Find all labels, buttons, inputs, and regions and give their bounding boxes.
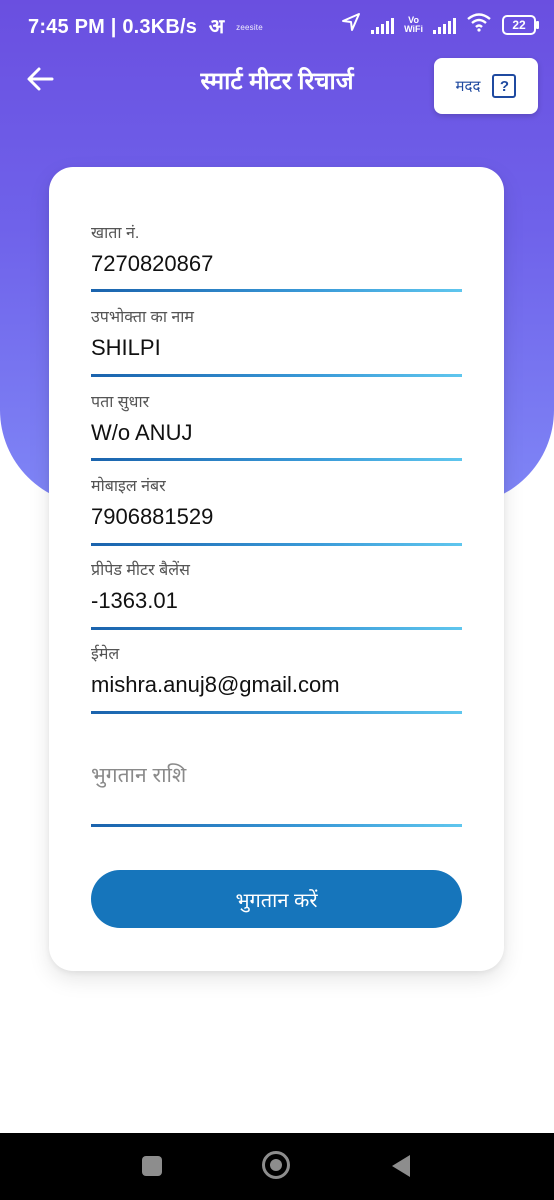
signal-icon (371, 16, 395, 34)
field-value: W/o ANUJ (91, 420, 193, 445)
field-value: 7270820867 (91, 251, 214, 276)
status-right: Vo WiFi 22 (341, 12, 539, 37)
status-bar: 7:45 PM | 0.3KB/s अ zeesite Vo WiFi 22 (0, 0, 554, 50)
field-underline (91, 711, 462, 714)
pay-button[interactable]: भुगतान करें (91, 870, 462, 928)
field-mobile-number: मोबाइल नंबर 7906881529 (91, 478, 462, 546)
wifi-icon (466, 12, 492, 37)
field-label: खाता नं. (91, 225, 140, 242)
field-underline (91, 374, 462, 377)
back-triangle-icon[interactable] (392, 1155, 410, 1177)
help-button[interactable]: मदद ? (434, 58, 538, 114)
field-value: -1363.01 (91, 588, 178, 613)
app-bar: स्मार्ट मीटर रिचार्ज मदद ? (0, 52, 554, 114)
battery-icon: 22 (502, 14, 539, 35)
field-account-number: खाता नं. 7270820867 (91, 225, 462, 292)
recent-apps-square-icon[interactable] (142, 1156, 162, 1176)
field-prepaid-balance: प्रीपेड मीटर बैलेंस -1363.01 (91, 562, 462, 630)
status-speed: 0.3KB/s (122, 16, 198, 38)
signal-icon-2 (433, 16, 456, 34)
field-consumer-name: उपभोक्ता का नाम SHILPI (91, 309, 462, 377)
status-time: 7:45 PM (28, 16, 105, 38)
field-label: ईमेल (91, 646, 120, 663)
help-label: मदद (455, 78, 481, 95)
field-underline (91, 543, 462, 546)
field-value: 7906881529 (91, 504, 214, 529)
system-nav-bar (0, 1133, 554, 1200)
field-label: उपभोक्ता का नाम (91, 309, 195, 326)
field-email: ईमेल mishra.anuj8@gmail.com (91, 646, 462, 714)
field-value: mishra.anuj8@gmail.com (91, 672, 340, 697)
recharge-form-card: खाता नं. 7270820867 उपभोक्ता का नाम SHIL… (49, 167, 504, 971)
field-address: पता सुधार W/o ANUJ (91, 394, 462, 461)
status-app-glyph: अ (208, 16, 225, 38)
status-app-brand: zeesite (236, 23, 263, 33)
field-value: SHILPI (91, 335, 161, 360)
field-label: मोबाइल नंबर (91, 478, 166, 495)
payment-amount-underline (91, 824, 462, 827)
home-circle-icon[interactable] (262, 1151, 290, 1179)
field-underline (91, 289, 462, 292)
question-box-icon: ? (492, 74, 517, 98)
field-label: पता सुधार (91, 394, 150, 411)
field-underline (91, 627, 462, 630)
status-left: 7:45 PM | 0.3KB/s अ zeesite (28, 16, 263, 38)
navigation-arrow-icon (341, 12, 361, 37)
field-underline (91, 458, 462, 461)
vowifi-indicator: Vo WiFi (404, 14, 423, 34)
field-label: प्रीपेड मीटर बैलेंस (91, 562, 190, 579)
payment-amount-input[interactable] (91, 759, 462, 793)
